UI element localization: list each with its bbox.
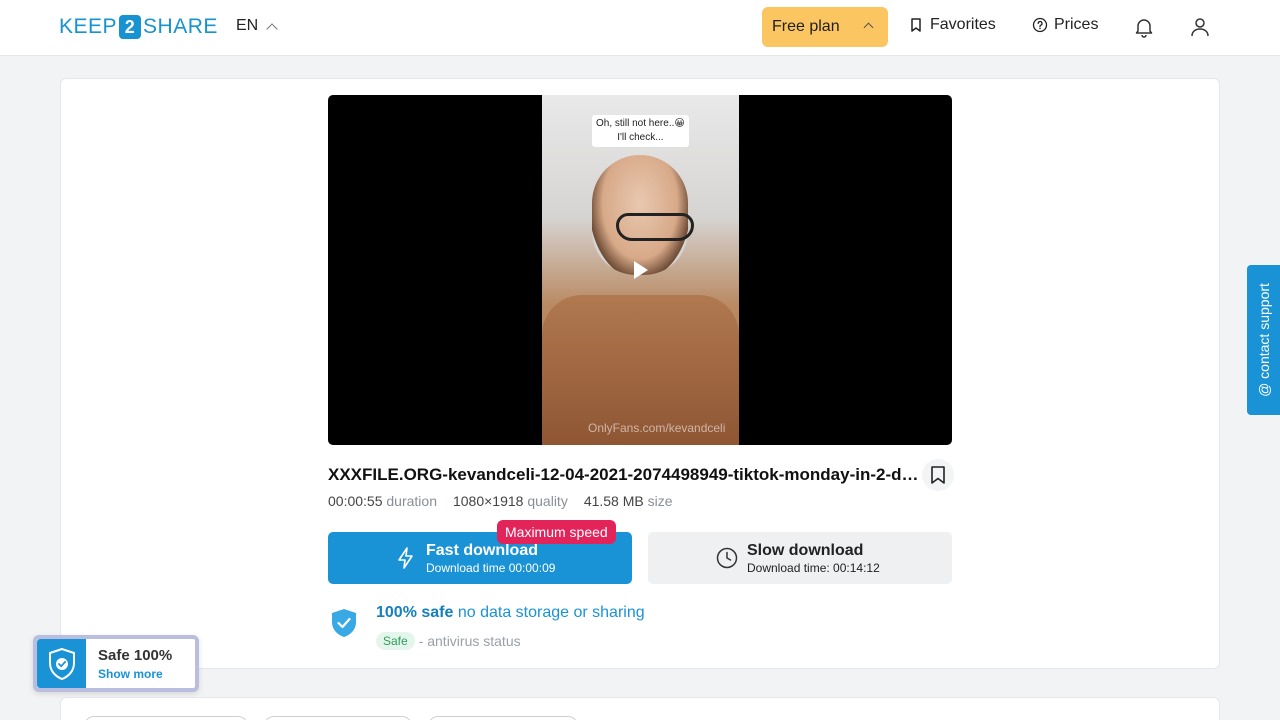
chevron-up-icon <box>863 22 874 33</box>
chevron-up-icon <box>266 22 278 35</box>
bookmark-icon <box>911 18 921 32</box>
antivirus-status-text: - antivirus status <box>418 633 521 649</box>
antivirus-status: Safe - antivirus status <box>376 632 521 650</box>
tab-pill-3[interactable] <box>428 716 578 720</box>
file-name: XXXFILE.ORG-kevandceli-12-04-2021-207449… <box>328 465 920 484</box>
safe-widget[interactable]: Safe 100% Show more <box>33 635 199 692</box>
question-circle-icon <box>1032 17 1048 33</box>
add-favorite-button[interactable] <box>922 459 954 491</box>
video-caption: Oh, still not here..😀 I'll check... <box>592 115 689 147</box>
maximum-speed-badge: Maximum speed <box>497 520 616 544</box>
video-preview[interactable]: Oh, still not here..😀 I'll check... Only… <box>328 95 952 445</box>
language-label: EN <box>236 17 259 34</box>
shield-check-icon <box>48 647 75 680</box>
tab-pill-1[interactable] <box>84 716 248 720</box>
top-header: KEEP 2 SHARE EN Free plan Favorites Pric… <box>0 0 1280 56</box>
safe-widget-title: Safe 100% <box>98 647 173 664</box>
duration-label: duration <box>386 493 437 509</box>
prices-label: Prices <box>1054 16 1099 33</box>
logo-text-keep: KEEP <box>59 15 118 38</box>
language-selector[interactable]: EN <box>236 17 278 35</box>
quality-meta: 1080×1918 quality <box>453 493 568 509</box>
free-plan-button[interactable]: Free plan <box>762 7 888 47</box>
favorites-label: Favorites <box>930 16 996 33</box>
quality-label: quality <box>527 493 568 509</box>
user-icon[interactable] <box>1188 15 1212 39</box>
size-label: size <box>647 493 673 509</box>
safety-headline-bold: 100% safe <box>376 604 454 621</box>
tab-pill-2[interactable] <box>264 716 412 720</box>
fast-download-time: Download time 00:00:09 <box>426 561 556 575</box>
quality-value: 1080×1918 <box>452 493 524 509</box>
contact-support-label: @ contact support <box>1255 283 1272 397</box>
duration-meta: 00:00:55 duration <box>328 493 437 509</box>
slow-download-button[interactable]: Slow download Download time: 00:14:12 <box>648 532 952 584</box>
bell-icon[interactable] <box>1132 15 1156 39</box>
size-value: 41.58 MB <box>583 493 644 509</box>
contact-support-tab[interactable]: @ contact support <box>1247 265 1280 415</box>
favorites-link[interactable]: Favorites <box>908 16 996 34</box>
free-plan-label: Free plan <box>772 18 840 35</box>
duration-value: 00:00:55 <box>328 493 383 509</box>
play-icon[interactable] <box>634 261 648 279</box>
lightning-icon <box>398 547 413 569</box>
show-more-link[interactable]: Show more <box>98 667 163 681</box>
logo-text-2: 2 <box>119 15 142 39</box>
prices-link[interactable]: Prices <box>1032 16 1098 34</box>
safety-headline-rest: no data storage or sharing <box>453 604 645 621</box>
size-meta: 41.58 MB size <box>584 493 673 509</box>
safety-headline: 100% safe no data storage or sharing <box>376 604 645 622</box>
file-meta: 00:00:55 duration 1080×1918 quality 41.5… <box>328 493 673 509</box>
fast-download-title: Fast download <box>426 542 538 559</box>
logo-text-share: SHARE <box>143 15 218 38</box>
clock-icon <box>716 547 738 569</box>
safe-badge: Safe <box>376 632 415 650</box>
video-caption-line2: I'll check... <box>617 132 664 143</box>
video-figure-glasses <box>616 213 694 241</box>
slow-download-time: Download time: 00:14:12 <box>747 561 880 575</box>
slow-download-title: Slow download <box>747 542 864 559</box>
site-logo[interactable]: KEEP 2 SHARE <box>59 14 218 40</box>
safe-widget-icon-box <box>37 639 86 688</box>
video-caption-line1: Oh, still not here..😀 <box>596 118 685 129</box>
bookmark-icon <box>931 466 945 484</box>
video-watermark: OnlyFans.com/kevandceli <box>588 421 726 435</box>
shield-check-icon <box>332 609 356 637</box>
